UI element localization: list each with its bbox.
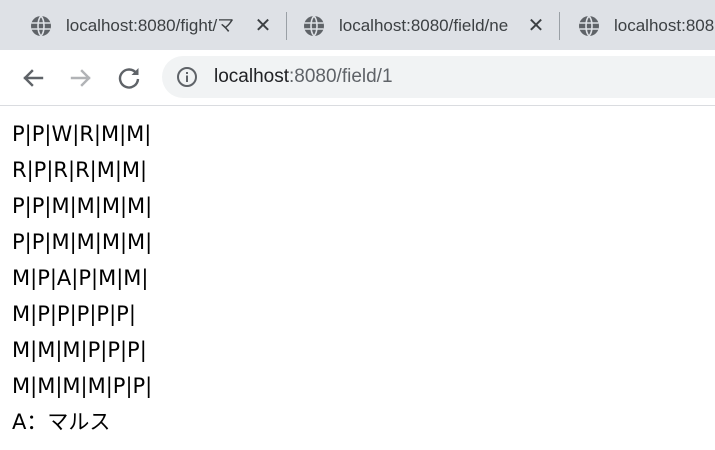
globe-icon: [304, 15, 324, 37]
forward-arrow-icon[interactable]: [66, 63, 96, 93]
browser-toolbar: localhost:8080/field/1: [0, 50, 715, 106]
field-row: P|P|M|M|M|M|: [12, 194, 153, 218]
close-icon[interactable]: ✕: [254, 15, 272, 35]
field-row: M|M|M|M|P|P|: [12, 374, 153, 398]
tab-1[interactable]: localhost:8080/fight/マ ✕: [0, 0, 285, 50]
tab-title: localhost:8080/fight/マ: [66, 16, 235, 35]
globe-icon: [31, 15, 51, 37]
url-host: localhost: [214, 66, 289, 87]
field-row: P|P|M|M|M|M|: [12, 230, 153, 254]
globe-icon: [579, 15, 599, 37]
unit-legend: A：マルス: [12, 410, 111, 434]
tab-title: localhost:808: [614, 16, 715, 35]
field-map: P|P|W|R|M|M| R|P|R|R|M|M| P|P|M|M|M|M| P…: [12, 116, 152, 440]
field-row: R|P|R|R|M|M|: [12, 158, 148, 182]
field-row: P|P|W|R|M|M|: [12, 122, 152, 146]
reload-icon[interactable]: [114, 63, 144, 93]
tab-2[interactable]: localhost:8080/field/ne ✕: [273, 0, 559, 50]
url-text[interactable]: localhost:8080/field/1: [214, 65, 393, 89]
tab-3[interactable]: localhost:808: [548, 0, 715, 50]
field-row: M|P|P|P|P|P|: [12, 302, 136, 326]
info-icon[interactable]: [176, 66, 198, 88]
field-row: M|M|M|P|P|P|: [12, 338, 147, 362]
close-icon[interactable]: ✕: [527, 15, 545, 35]
address-bar[interactable]: localhost:8080/field/1: [162, 56, 715, 98]
back-arrow-icon[interactable]: [18, 63, 48, 93]
field-row: M|P|A|P|M|M|: [12, 266, 149, 290]
tab-strip: localhost:8080/fight/マ ✕ localhost:8080/…: [0, 0, 715, 50]
tab-title: localhost:8080/field/ne: [339, 16, 509, 35]
url-path: :8080/field/1: [289, 66, 393, 87]
